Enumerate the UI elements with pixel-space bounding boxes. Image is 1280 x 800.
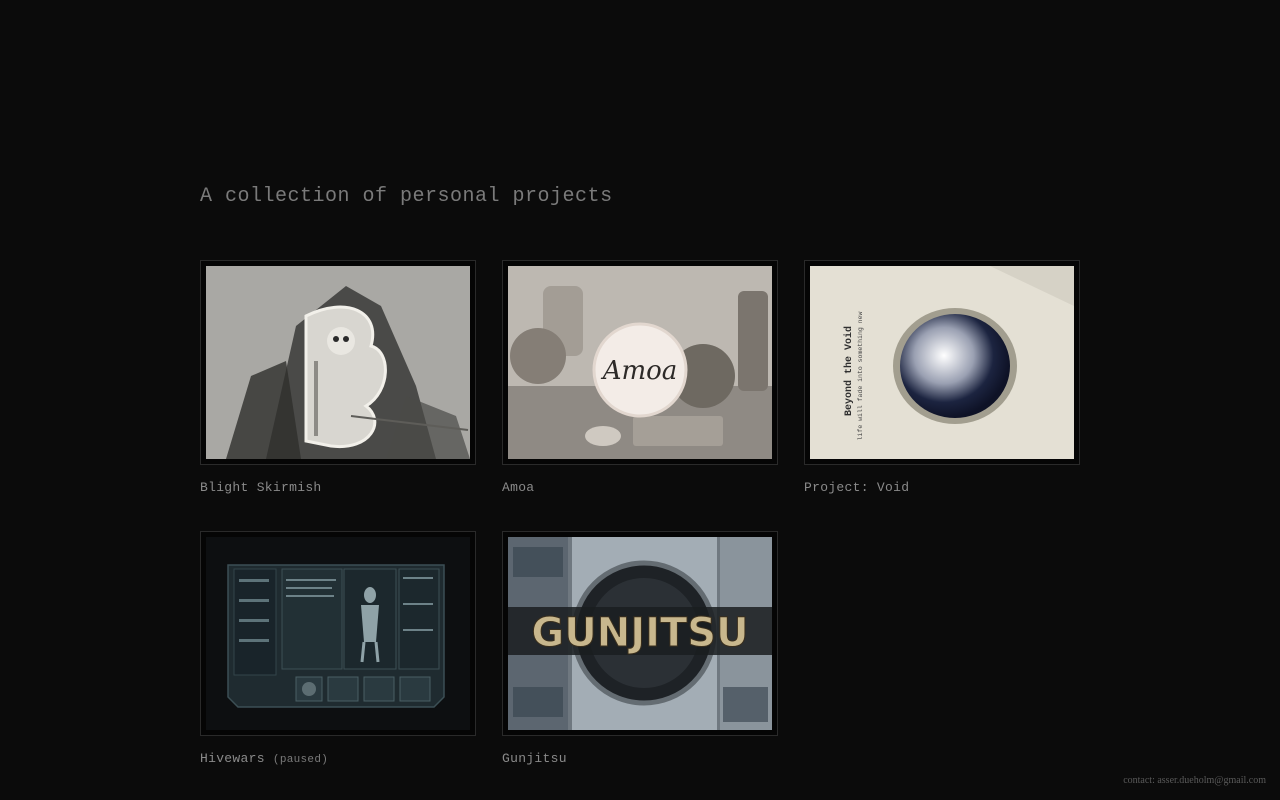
project-title-text[interactable]: Hivewars <box>200 751 265 766</box>
void-subtitle-text: life will fade into something new <box>857 312 864 441</box>
project-card-project-void[interactable]: Beyond the Void life will fade into some… <box>804 260 1080 495</box>
void-heading-text: Beyond the Void <box>843 326 855 416</box>
project-card-gunjitsu[interactable]: GUNJITSU Gunjitsu <box>502 531 778 766</box>
project-card-hivewars[interactable]: Hivewars (paused) <box>200 531 476 766</box>
project-card-blight-skirmish[interactable]: Blight Skirmish <box>200 260 476 495</box>
page-title: A collection of personal projects <box>200 185 613 208</box>
project-title[interactable]: Hivewars (paused) <box>200 751 476 766</box>
amoa-thumbnail[interactable]: Amoa <box>508 266 772 459</box>
project-title-text[interactable]: Blight Skirmish <box>200 480 322 495</box>
gunjitsu-thumbnail[interactable]: GUNJITSU <box>508 537 772 730</box>
project-title-text[interactable]: Project: Void <box>804 480 909 495</box>
project-thumbnail-frame[interactable]: GUNJITSU <box>502 531 778 736</box>
project-thumbnail-frame[interactable] <box>200 531 476 736</box>
project-status-note: (paused) <box>272 754 329 766</box>
project-title[interactable]: Amoa <box>502 480 778 495</box>
project-title[interactable]: Blight Skirmish <box>200 480 476 495</box>
project-title[interactable]: Project: Void <box>804 480 1080 495</box>
project-title[interactable]: Gunjitsu <box>502 751 778 766</box>
amoa-logo-text: Amoa <box>601 356 678 386</box>
project-thumbnail-frame[interactable]: Beyond the Void life will fade into some… <box>804 260 1080 465</box>
hivewars-thumbnail[interactable] <box>206 537 470 730</box>
project-void-thumbnail[interactable]: Beyond the Void life will fade into some… <box>810 266 1074 459</box>
contact-email[interactable]: contact: asser.dueholm@gmail.com <box>1123 775 1266 786</box>
project-grid: Blight Skirmish Amoa Amoa Beyond the Voi… <box>200 260 1080 766</box>
project-thumbnail-frame[interactable] <box>200 260 476 465</box>
project-thumbnail-frame[interactable]: Amoa <box>502 260 778 465</box>
project-title-text[interactable]: Gunjitsu <box>502 751 567 766</box>
gunjitsu-logo-text: GUNJITSU <box>531 610 748 656</box>
blight-skirmish-thumbnail[interactable] <box>206 266 470 459</box>
project-title-text[interactable]: Amoa <box>502 480 534 495</box>
project-card-amoa[interactable]: Amoa Amoa <box>502 260 778 495</box>
